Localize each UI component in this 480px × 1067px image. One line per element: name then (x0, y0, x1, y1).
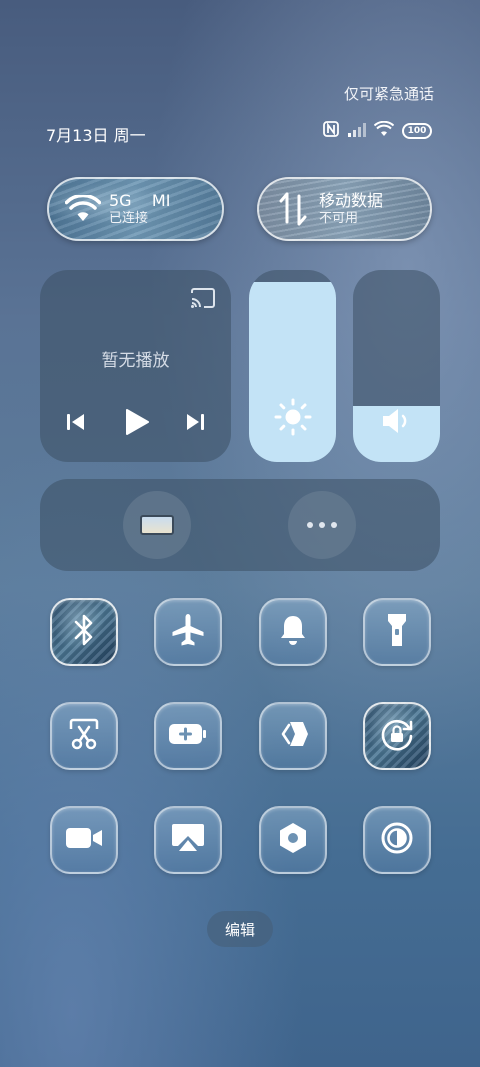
screen-thumbnail-icon (140, 515, 174, 535)
wifi-band-label: 5G (109, 190, 132, 210)
wifi-toggle[interactable]: 5G MI 已连接 (47, 177, 224, 241)
speaker-icon (381, 406, 413, 440)
wifi-icon (63, 189, 103, 229)
flashlight-toggle[interactable] (363, 598, 431, 666)
screen-record-toggle[interactable] (50, 806, 118, 874)
status-icons: 100 (322, 120, 432, 142)
media-title: 暂无播放 (101, 351, 170, 371)
emergency-call-only-text: 仅可紧急通话 (343, 85, 434, 103)
wifi-status-icon (373, 120, 395, 141)
next-track-icon[interactable] (185, 412, 205, 436)
volume-slider[interactable] (353, 270, 440, 462)
brightness-slider[interactable] (249, 270, 336, 462)
screenshot-icon (67, 717, 101, 755)
settings-hex-icon (276, 821, 310, 859)
rotation-lock-icon (379, 716, 415, 756)
screenshot-toggle[interactable] (50, 702, 118, 770)
data-transfer-icon (273, 189, 313, 229)
wifi-status-label: 已连接 (109, 210, 149, 226)
settings-toggle[interactable] (259, 806, 327, 874)
share-icon (276, 719, 310, 753)
device-control-card (40, 479, 440, 571)
cast-screen-icon (170, 822, 206, 858)
airplane-icon (170, 612, 206, 652)
flashlight-icon (385, 612, 409, 652)
airplane-mode-toggle[interactable] (154, 598, 222, 666)
sound-mode-toggle[interactable] (259, 598, 327, 666)
dark-mode-icon (380, 821, 414, 859)
mobile-data-toggle[interactable]: 移动数据 不可用 (257, 177, 432, 241)
more-devices-button[interactable] (288, 491, 356, 559)
bell-icon (278, 613, 308, 651)
battery-saver-toggle[interactable] (154, 702, 222, 770)
more-dots-icon (307, 522, 337, 528)
mobile-data-status: 不可用 (319, 210, 359, 226)
cast-icon[interactable] (190, 287, 216, 313)
media-player-card[interactable]: 暂无播放 (40, 270, 231, 462)
signal-icon (348, 122, 366, 141)
nfc-icon (322, 120, 340, 142)
previous-track-icon[interactable] (66, 412, 86, 436)
play-icon[interactable] (124, 408, 150, 440)
battery-saver-icon (168, 722, 208, 750)
bluetooth-toggle[interactable] (50, 598, 118, 666)
screen-device-button[interactable] (123, 491, 191, 559)
edit-button[interactable]: 编辑 (207, 911, 273, 947)
bluetooth-icon (72, 613, 96, 651)
screen-cast-toggle[interactable] (154, 806, 222, 874)
mobile-data-label: 移动数据 (319, 190, 384, 210)
rotation-lock-toggle[interactable] (363, 702, 431, 770)
date-text: 7月13日 周一 (46, 126, 146, 145)
video-icon (65, 826, 103, 854)
battery-icon: 100 (402, 123, 432, 139)
wifi-network-name: MI (151, 190, 171, 210)
dark-mode-toggle[interactable] (363, 806, 431, 874)
nearby-share-toggle[interactable] (259, 702, 327, 770)
sun-icon (274, 398, 312, 440)
